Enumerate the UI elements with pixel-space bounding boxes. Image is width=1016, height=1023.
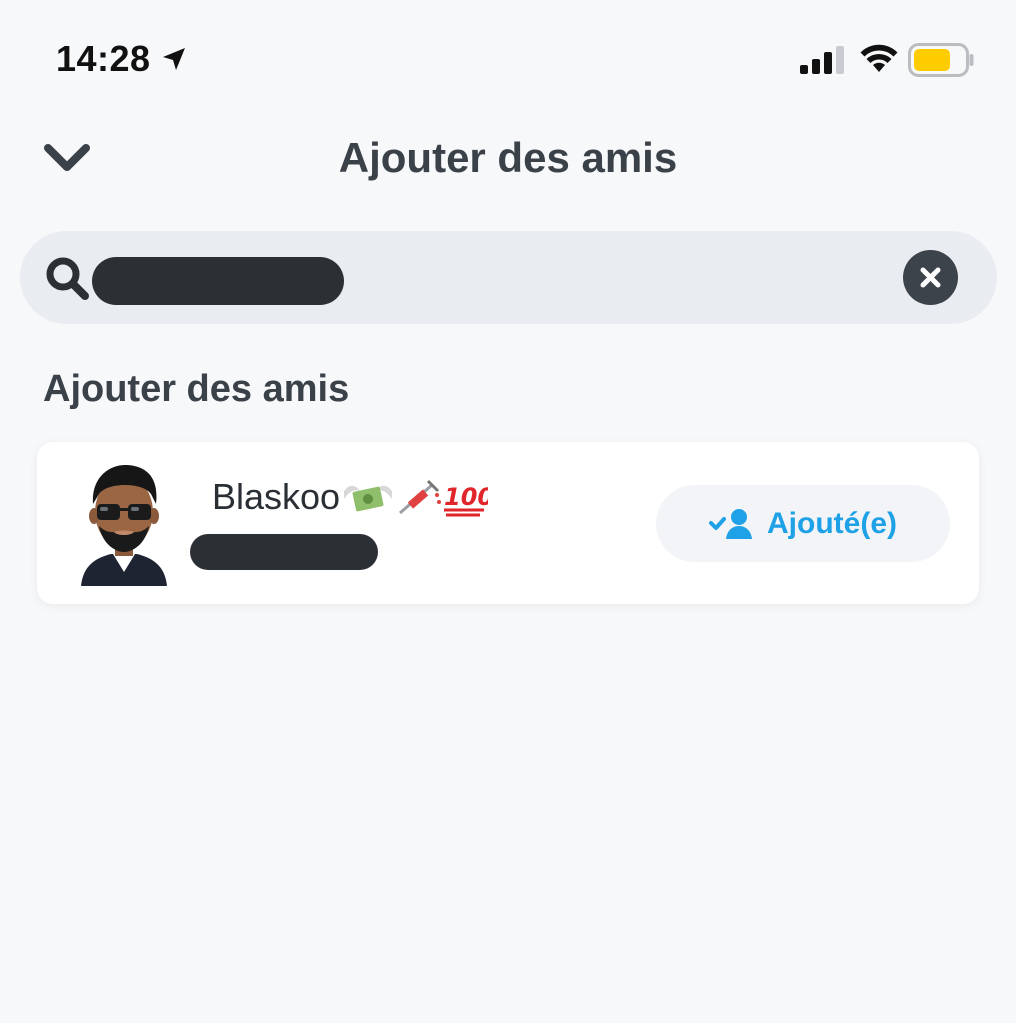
search-bar[interactable] <box>20 231 997 324</box>
section-title: Ajouter des amis <box>43 368 350 410</box>
battery-icon <box>908 43 974 77</box>
friend-display-name-row: Blaskoo 100 <box>212 476 488 518</box>
add-friends-screen: 14:28 Ajouter des amis Ajouter des amis … <box>0 0 1016 1023</box>
search-icon <box>46 257 89 300</box>
location-arrow-icon <box>161 46 187 72</box>
status-bar-time: 14:28 <box>56 38 187 80</box>
friend-emoji-group: 100 <box>342 477 488 517</box>
syringe-icon <box>399 479 442 515</box>
cellular-signal-icon <box>800 46 844 74</box>
money-with-wings-icon <box>344 485 393 512</box>
friend-added-icon <box>709 508 752 539</box>
clear-icon <box>920 267 941 288</box>
friend-display-name: Blaskoo <box>212 476 341 517</box>
clear-search-button[interactable] <box>903 250 958 305</box>
added-button-label: Ajouté(e) <box>767 506 897 540</box>
search-query-redaction <box>92 257 344 305</box>
bitmoji-avatar[interactable] <box>77 460 171 586</box>
page-title: Ajouter des amis <box>338 134 678 181</box>
friend-result-row[interactable]: Blaskoo 100 <box>37 442 979 604</box>
wifi-icon <box>860 44 898 72</box>
username-redaction <box>190 534 378 570</box>
svg-text:100: 100 <box>444 483 488 511</box>
clock-label: 14:28 <box>56 38 151 79</box>
hundred-points-icon: 100 <box>444 483 488 517</box>
search-input[interactable] <box>350 251 894 305</box>
added-friend-button[interactable]: Ajouté(e) <box>656 485 950 562</box>
